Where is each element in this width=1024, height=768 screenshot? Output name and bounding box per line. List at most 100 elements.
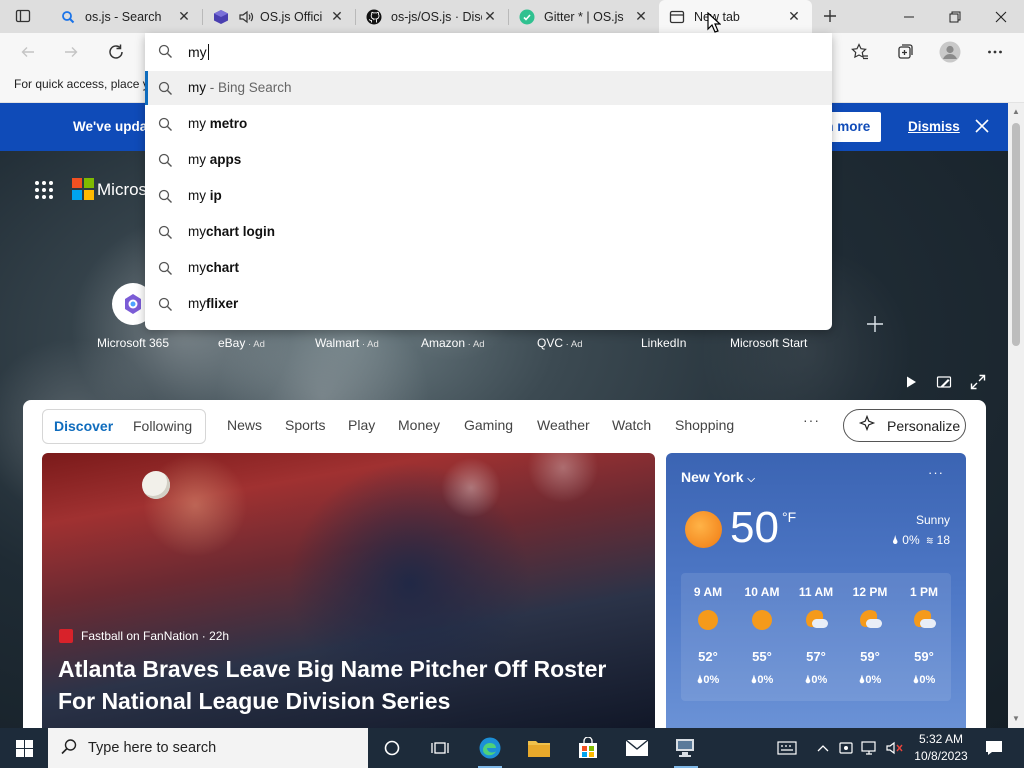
close-tab-icon[interactable]: ✕: [786, 8, 802, 25]
edit-background-icon[interactable]: [934, 373, 954, 391]
page-scrollbar[interactable]: ▲ ▼: [1008, 103, 1024, 728]
scrollbar-thumb[interactable]: [1012, 123, 1020, 346]
nav-sports[interactable]: Sports: [285, 417, 325, 433]
hourly-forecast: 9 AM 52° 🌢0% 10 AM 55° 🌢0% 11 AM 57° 🌢0%: [681, 573, 951, 701]
quick-link-amazon[interactable]: Amazon · Ad: [421, 336, 485, 350]
profile-avatar-icon[interactable]: [935, 37, 965, 67]
tab-gitter[interactable]: Gitter * | OS.js ✕: [509, 0, 659, 33]
weather-card[interactable]: New York ⌵ ··· 50 °F Sunny 🌢 0% ≋ 18 9 A…: [666, 453, 966, 728]
scroll-up-icon[interactable]: ▲: [1011, 107, 1021, 117]
suggestion-item[interactable]: my metro: [145, 107, 832, 141]
play-icon[interactable]: [901, 373, 921, 391]
nav-gaming[interactable]: Gaming: [464, 417, 513, 433]
search-icon: [60, 738, 78, 759]
partly-cloudy-icon: [806, 610, 828, 630]
quick-link-microsoft-365[interactable]: Microsoft 365: [97, 336, 169, 350]
nav-news[interactable]: News: [227, 417, 262, 433]
file-explorer-icon[interactable]: [515, 728, 563, 768]
tab-following[interactable]: Following: [133, 418, 192, 434]
tab-new-tab[interactable]: New tab ✕: [659, 0, 812, 33]
new-tab-plus-icon[interactable]: [815, 1, 845, 31]
tab-github-discussion[interactable]: os-js/OS.js · Disc ✕: [356, 0, 508, 33]
suggestion-item[interactable]: mychart login: [145, 215, 832, 249]
tab-title: OS.js Offici: [260, 9, 323, 24]
quick-link-qvc[interactable]: QVC · Ad: [537, 336, 583, 350]
close-tab-icon[interactable]: ✕: [176, 8, 192, 25]
weather-city[interactable]: New York ⌵: [681, 469, 755, 485]
search-icon: [158, 297, 173, 315]
edge-browser-icon[interactable]: [466, 728, 514, 768]
volume-muted-icon[interactable]: [884, 728, 906, 768]
search-icon: [158, 44, 173, 62]
github-icon: [366, 9, 382, 25]
weather-more-button[interactable]: ···: [928, 465, 944, 480]
quick-link-ebay[interactable]: eBay · Ad: [218, 336, 265, 350]
favorites-icon[interactable]: [845, 37, 875, 67]
mail-icon[interactable]: [613, 728, 661, 768]
forward-arrow-icon[interactable]: [56, 37, 86, 67]
article-headline[interactable]: Atlanta Braves Leave Big Name Pitcher Of…: [58, 653, 648, 717]
system-clock[interactable]: 5:32 AM 10/8/2023: [906, 731, 976, 765]
remote-desktop-icon[interactable]: [662, 728, 710, 768]
nav-watch[interactable]: Watch: [612, 417, 651, 433]
add-quick-link-icon[interactable]: [864, 313, 886, 335]
speaker-icon[interactable]: [238, 9, 254, 25]
close-window-icon[interactable]: [978, 0, 1024, 33]
suggestion-item[interactable]: myflixer: [145, 287, 832, 321]
settings-more-icon[interactable]: [980, 37, 1010, 67]
minimize-icon[interactable]: [886, 0, 932, 33]
expand-icon[interactable]: [968, 373, 988, 391]
personalize-button[interactable]: Personalize: [843, 409, 966, 442]
suggestion-item[interactable]: my apps: [145, 143, 832, 177]
dismiss-link[interactable]: Dismiss: [908, 119, 960, 134]
quick-link-linkedin[interactable]: LinkedIn: [641, 336, 686, 350]
microsoft-store-icon[interactable]: [564, 728, 612, 768]
address-bar[interactable]: my: [145, 33, 832, 70]
task-view-icon[interactable]: [416, 728, 464, 768]
search-icon: [158, 261, 173, 279]
tab-actions-icon[interactable]: [8, 1, 38, 31]
tab-bing-search[interactable]: os.js - Search ✕: [50, 0, 202, 33]
suggestion-text: mychart login: [188, 224, 276, 239]
suggestion-item[interactable]: mychart: [145, 251, 832, 285]
weather-condition: Sunny: [915, 513, 950, 527]
hourly-time: 9 AM: [693, 585, 723, 599]
restore-icon[interactable]: [932, 0, 978, 33]
taskbar-search-box[interactable]: Type here to search: [48, 728, 368, 768]
suggestion-item[interactable]: my - Bing Search: [145, 71, 832, 105]
scroll-down-icon[interactable]: ▼: [1011, 714, 1021, 724]
weather-temperature: 50: [730, 503, 779, 552]
windows-start-icon[interactable]: [0, 728, 48, 768]
input-indicator-icon[interactable]: [773, 728, 801, 768]
hourly-precip: 🌢0%: [912, 674, 936, 686]
device-icon[interactable]: [836, 728, 856, 768]
nav-more-button[interactable]: ···: [803, 412, 820, 428]
nav-play[interactable]: Play: [348, 417, 375, 433]
cortana-icon[interactable]: [368, 728, 416, 768]
chevron-up-icon[interactable]: [814, 728, 832, 768]
hero-article[interactable]: Fastball on FanNation · 22h Atlanta Brav…: [42, 453, 655, 728]
collections-icon[interactable]: [890, 37, 920, 67]
banner-close-icon[interactable]: [972, 116, 992, 136]
tab-osjs-official[interactable]: OS.js Offici ✕: [203, 0, 355, 33]
suggestion-item[interactable]: my ip: [145, 179, 832, 213]
nav-shopping[interactable]: Shopping: [675, 417, 734, 433]
wind-icon: ≋: [926, 533, 934, 547]
quick-link-walmart[interactable]: Walmart · Ad: [315, 336, 379, 350]
tab-discover[interactable]: Discover: [54, 418, 113, 434]
refresh-icon[interactable]: [101, 37, 131, 67]
close-tab-icon[interactable]: ✕: [329, 8, 345, 25]
weather-unit[interactable]: °F: [782, 509, 796, 525]
quick-link-microsoft-start[interactable]: Microsoft Start: [730, 336, 807, 350]
address-input[interactable]: my: [188, 44, 209, 60]
close-tab-icon[interactable]: ✕: [633, 8, 649, 25]
close-tab-icon[interactable]: ✕: [482, 8, 498, 25]
chevron-down-icon: ⌵: [747, 474, 755, 485]
nav-money[interactable]: Money: [398, 417, 440, 433]
personalize-label: Personalize: [887, 417, 961, 434]
notifications-icon[interactable]: [980, 728, 1008, 768]
back-arrow-icon[interactable]: [13, 37, 43, 67]
nav-weather[interactable]: Weather: [537, 417, 590, 433]
app-launcher-icon[interactable]: [34, 180, 54, 200]
network-icon[interactable]: [859, 728, 881, 768]
